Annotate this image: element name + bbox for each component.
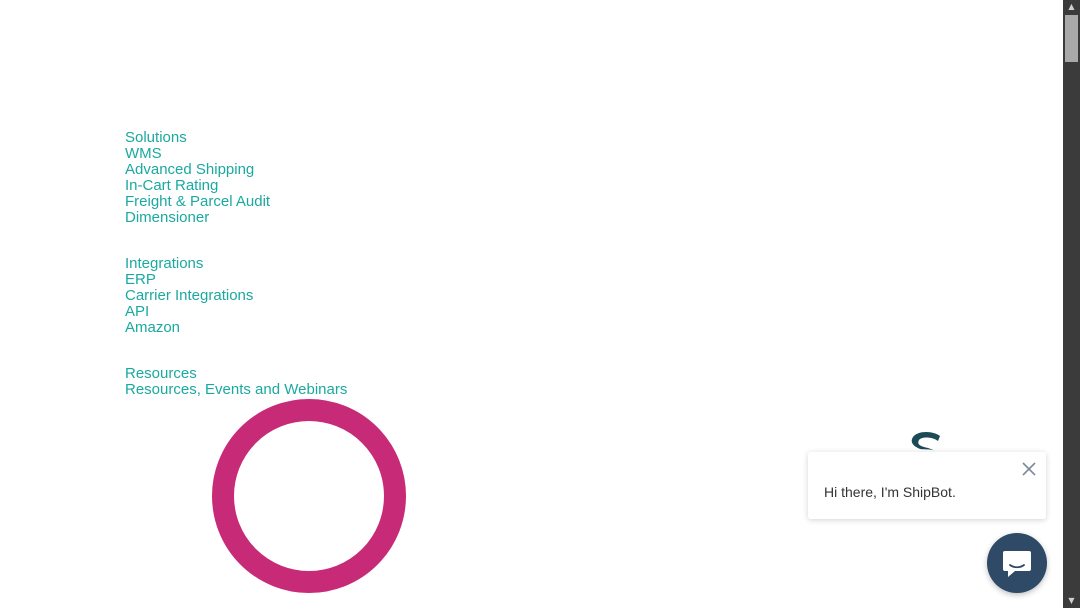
scroll-up-icon[interactable]: ▲ <box>1063 0 1080 14</box>
nav-link-amazon[interactable]: Amazon <box>125 320 347 336</box>
vertical-scrollbar[interactable]: ▲ ▼ <box>1063 0 1080 608</box>
nav-heading-resources[interactable]: Resources <box>125 366 347 382</box>
nav-heading-solutions[interactable]: Solutions <box>125 130 347 146</box>
nav-link-api[interactable]: API <box>125 304 347 320</box>
scroll-down-icon[interactable]: ▼ <box>1063 594 1080 608</box>
nav-group-solutions: Solutions WMS Advanced Shipping In-Cart … <box>125 130 347 226</box>
nav-heading-integrations[interactable]: Integrations <box>125 256 347 272</box>
nav-link-resources-events-webinars[interactable]: Resources, Events and Webinars <box>125 382 347 398</box>
nav-link-dimensioner[interactable]: Dimensioner <box>125 210 347 226</box>
footer-nav: Solutions WMS Advanced Shipping In-Cart … <box>125 130 347 428</box>
nav-link-in-cart-rating[interactable]: In-Cart Rating <box>125 178 347 194</box>
nav-link-wms[interactable]: WMS <box>125 146 347 162</box>
page: Solutions WMS Advanced Shipping In-Cart … <box>0 0 1080 608</box>
scroll-thumb[interactable] <box>1065 15 1078 62</box>
nav-link-advanced-shipping[interactable]: Advanced Shipping <box>125 162 347 178</box>
nav-group-integrations: Integrations ERP Carrier Integrations AP… <box>125 256 347 336</box>
nav-link-erp[interactable]: ERP <box>125 272 347 288</box>
chat-greeting-card[interactable]: Hi there, I'm ShipBot. <box>808 452 1046 519</box>
chat-bubble-icon <box>1003 551 1031 577</box>
chat-greeting-text: Hi there, I'm ShipBot. <box>824 484 956 500</box>
loading-ring <box>212 399 406 593</box>
nav-group-resources: Resources Resources, Events and Webinars <box>125 366 347 398</box>
close-icon[interactable] <box>1020 460 1038 478</box>
nav-link-carrier-integrations[interactable]: Carrier Integrations <box>125 288 347 304</box>
nav-link-freight-parcel-audit[interactable]: Freight & Parcel Audit <box>125 194 347 210</box>
chat-launcher-button[interactable] <box>987 533 1047 593</box>
